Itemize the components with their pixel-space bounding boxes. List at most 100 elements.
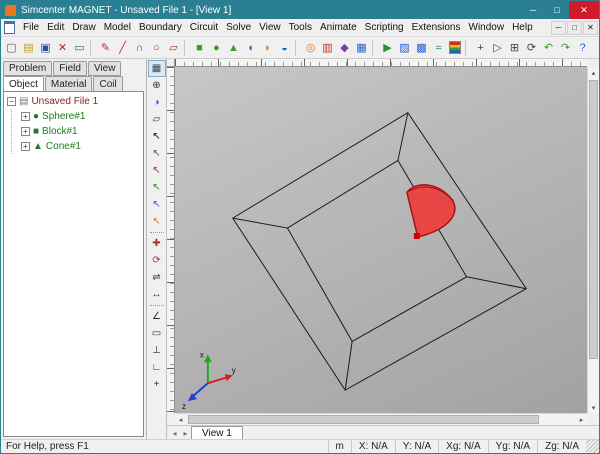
coil-icon[interactable]: ◎: [302, 39, 319, 57]
v-scroll-thumb[interactable]: [589, 80, 598, 359]
contour-plot-icon[interactable]: ▩: [413, 39, 430, 57]
tree-item-block-1[interactable]: +■Block#1: [21, 124, 143, 139]
menu-model[interactable]: Model: [100, 19, 135, 37]
menu-animate[interactable]: Animate: [316, 19, 361, 37]
open-folder-icon[interactable]: ▤: [20, 39, 37, 57]
scroll-left-icon[interactable]: ◂: [175, 414, 186, 425]
menu-extensions[interactable]: Extensions: [408, 19, 465, 37]
tree-item-cone-1[interactable]: +▲Cone#1: [21, 139, 143, 154]
cone-object-shape[interactable]: [407, 185, 455, 239]
graph-icon[interactable]: ≈: [430, 39, 447, 57]
resize-grip[interactable]: [586, 440, 599, 453]
tab-object[interactable]: Object: [3, 76, 44, 91]
collapse-icon[interactable]: −: [7, 97, 16, 106]
menu-solve[interactable]: Solve: [222, 19, 255, 37]
scene-svg[interactable]: x y z: [175, 67, 587, 413]
select-object-icon[interactable]: ↖: [148, 145, 166, 162]
mdi-restore-button[interactable]: □: [567, 21, 582, 35]
intersection-icon[interactable]: ◗: [259, 39, 276, 57]
circle-tool-icon[interactable]: ○: [148, 39, 165, 57]
scale-icon[interactable]: ↔: [148, 286, 166, 303]
cone-primitive-icon[interactable]: ▲: [225, 39, 242, 57]
subtract-icon[interactable]: ◒: [276, 39, 293, 57]
tab-view[interactable]: View: [88, 61, 122, 76]
menu-window[interactable]: Window: [465, 19, 509, 37]
move-icon[interactable]: ✚: [148, 235, 166, 252]
grid-snap-icon[interactable]: ▦: [148, 60, 166, 77]
tab-nav-right-icon[interactable]: ▸: [180, 427, 191, 439]
expand-icon[interactable]: +: [21, 112, 30, 121]
rotate-view-icon[interactable]: ⟳: [523, 39, 540, 57]
menu-view[interactable]: View: [255, 19, 285, 37]
horizontal-scrollbar[interactable]: ◂ ▸: [175, 413, 587, 425]
sphere-primitive-icon[interactable]: ●: [208, 39, 225, 57]
delete-icon[interactable]: ✕: [54, 39, 71, 57]
menu-scripting[interactable]: Scripting: [361, 19, 408, 37]
menu-file[interactable]: File: [19, 19, 43, 37]
redo-icon[interactable]: ↷: [557, 39, 574, 57]
minimize-button[interactable]: ─: [521, 1, 545, 19]
menu-draw[interactable]: Draw: [68, 19, 99, 37]
view-wireframe-icon[interactable]: ▱: [148, 111, 166, 128]
material-icon[interactable]: ◆: [336, 39, 353, 57]
mirror-icon[interactable]: ⇌: [148, 269, 166, 286]
tab-coil[interactable]: Coil: [93, 76, 122, 91]
measure-icon[interactable]: ∠: [148, 308, 166, 325]
pencil-icon[interactable]: ✎: [97, 39, 114, 57]
union-icon[interactable]: ◖: [242, 39, 259, 57]
select-edge-icon[interactable]: ↖: [148, 179, 166, 196]
h-scroll-thumb[interactable]: [188, 415, 539, 424]
ruler-icon[interactable]: ▭: [148, 325, 166, 342]
mdi-minimize-button[interactable]: ─: [551, 21, 566, 35]
menu-boundary[interactable]: Boundary: [135, 19, 186, 37]
maximize-button[interactable]: □: [545, 1, 569, 19]
menu-tools[interactable]: Tools: [285, 19, 316, 37]
solve-icon[interactable]: ▶: [379, 39, 396, 57]
mdi-document-icon[interactable]: [4, 21, 15, 34]
expand-icon[interactable]: +: [21, 142, 30, 151]
magnet-icon[interactable]: ▥: [319, 39, 336, 57]
select-volume-icon[interactable]: ↖: [148, 213, 166, 230]
cs-global-icon[interactable]: +: [148, 376, 166, 393]
zoom-extents-icon[interactable]: ⊞: [506, 39, 523, 57]
close-button[interactable]: ✕: [569, 1, 599, 19]
rotate-icon[interactable]: ⟳: [148, 252, 166, 269]
select-vertex-icon[interactable]: ↖: [148, 162, 166, 179]
tab-material[interactable]: Material: [45, 76, 93, 91]
menu-circuit[interactable]: Circuit: [186, 19, 222, 37]
tab-field[interactable]: Field: [53, 61, 87, 76]
print-icon[interactable]: ▭: [71, 39, 88, 57]
undo-icon[interactable]: ↶: [540, 39, 557, 57]
tab-nav-left-icon[interactable]: ◂: [169, 427, 180, 439]
rect-tool-icon[interactable]: ▱: [165, 39, 182, 57]
tree-root[interactable]: − ▤ Unsaved File 1: [7, 94, 143, 109]
tree-item-sphere-1[interactable]: +●Sphere#1: [21, 109, 143, 124]
save-icon[interactable]: ▣: [37, 39, 54, 57]
mesh-icon[interactable]: ▦: [353, 39, 370, 57]
expand-icon[interactable]: +: [21, 127, 30, 136]
view-shaded-icon[interactable]: ◑: [148, 94, 166, 111]
cs-local-icon[interactable]: ∟: [148, 359, 166, 376]
colorbar-icon[interactable]: [449, 41, 461, 54]
view-tab[interactable]: View 1: [191, 426, 243, 439]
vertical-scrollbar[interactable]: ▴ ▾: [587, 67, 599, 413]
h-scroll-track[interactable]: [186, 414, 576, 425]
new-file-icon[interactable]: ▢: [3, 39, 20, 57]
block-wireframe[interactable]: [233, 113, 527, 390]
help-icon[interactable]: ?: [574, 39, 591, 57]
box-primitive-icon[interactable]: ■: [191, 39, 208, 57]
select-pointer-icon[interactable]: ↖: [148, 128, 166, 145]
scroll-right-icon[interactable]: ▸: [576, 414, 587, 425]
view-canvas[interactable]: x y z: [175, 67, 587, 413]
menu-help[interactable]: Help: [508, 19, 537, 37]
zoom-icon[interactable]: ⊕: [148, 77, 166, 94]
menu-edit[interactable]: Edit: [43, 19, 68, 37]
cone-handle[interactable]: [414, 233, 420, 239]
select-face-icon[interactable]: ↖: [148, 196, 166, 213]
tab-problem[interactable]: Problem: [3, 61, 52, 76]
arc-tool-icon[interactable]: ∩: [131, 39, 148, 57]
scroll-up-icon[interactable]: ▴: [588, 67, 599, 78]
probe-icon[interactable]: +: [472, 39, 489, 57]
line-tool-icon[interactable]: ╱: [114, 39, 131, 57]
field-plot-icon[interactable]: ▨: [396, 39, 413, 57]
